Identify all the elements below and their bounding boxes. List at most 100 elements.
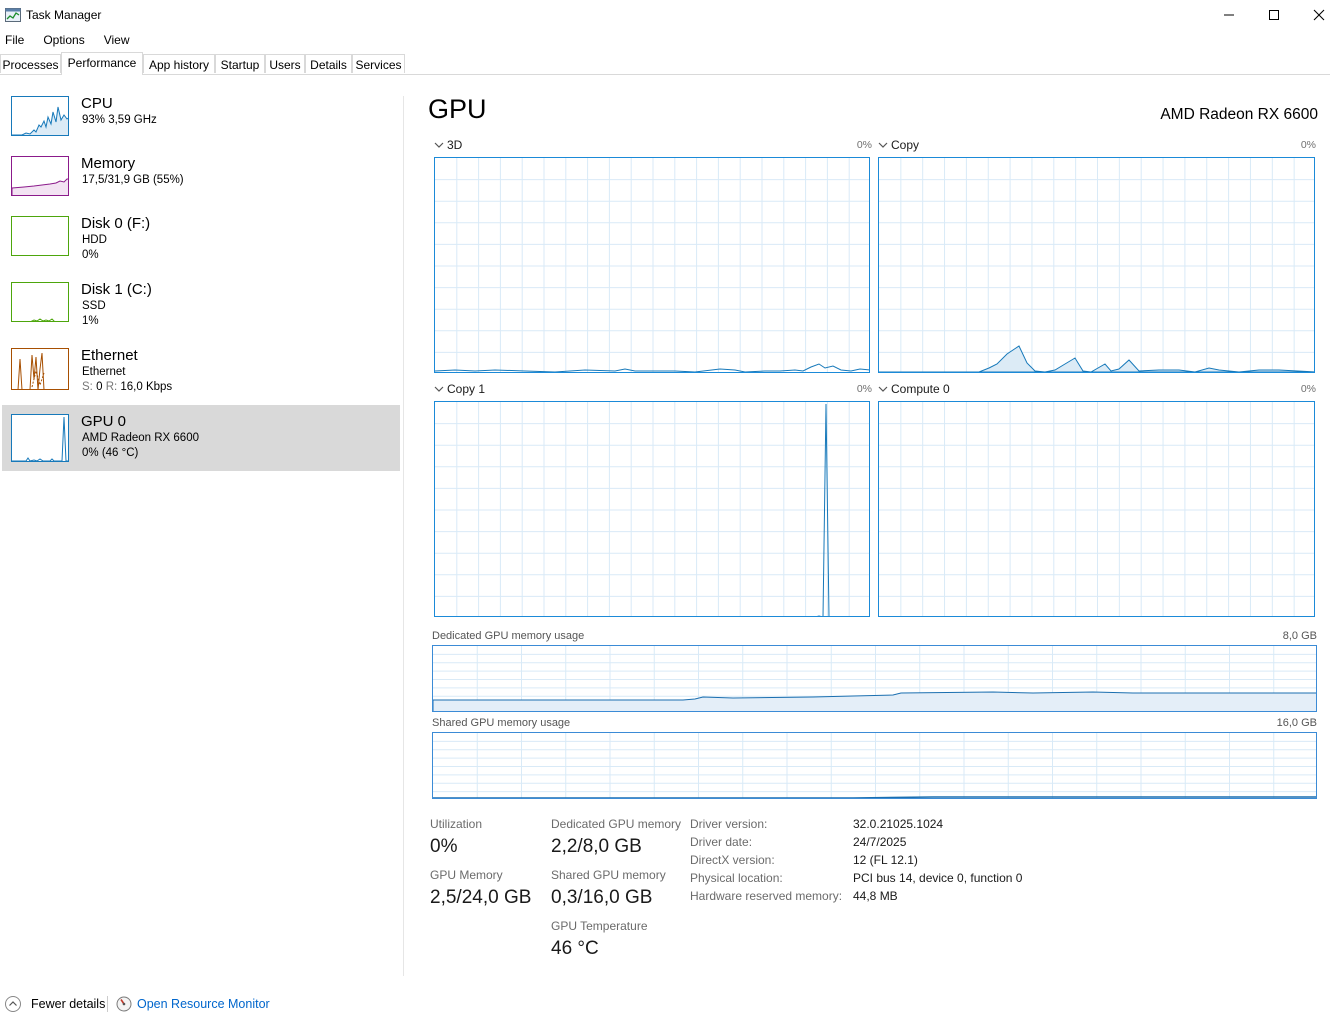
gpu-temperature-label: GPU Temperature bbox=[551, 919, 648, 933]
driver-version-label: Driver version: bbox=[690, 817, 768, 831]
engine-graph-copy bbox=[878, 157, 1315, 373]
window-title: Task Manager bbox=[26, 8, 102, 22]
graph-grid bbox=[435, 402, 869, 616]
footer-divider bbox=[107, 996, 108, 1012]
title-bar: Task Manager bbox=[0, 0, 1330, 30]
gpu-thumbnail-graph bbox=[11, 414, 69, 462]
graph-grid bbox=[433, 646, 1316, 711]
sidebar-item-detail: AMD Radeon RX 6600 bbox=[82, 432, 199, 444]
sidebar-item-memory[interactable]: Memory 17,5/31,9 GB (55%) bbox=[2, 152, 400, 216]
sidebar-item-disk-1[interactable]: Disk 1 (C:) SSD 1% bbox=[2, 278, 400, 342]
menu-view[interactable]: View bbox=[104, 31, 130, 49]
chevron-down-icon[interactable] bbox=[878, 141, 888, 149]
engine-selector-3d[interactable]: 3D bbox=[447, 138, 462, 152]
tab-users[interactable]: Users bbox=[265, 54, 305, 73]
engine-percent: 0% bbox=[1300, 139, 1316, 151]
engine-selector-compute-0[interactable]: Compute 0 bbox=[891, 382, 950, 396]
sidebar-item-name: Disk 1 (C:) bbox=[81, 281, 152, 298]
chevron-up-icon bbox=[5, 996, 21, 1012]
sidebar-item-usage: 0% (46 °C) bbox=[82, 447, 139, 459]
disk-1-thumbnail-graph bbox=[11, 282, 69, 322]
fewer-details-label: Fewer details bbox=[31, 997, 106, 1011]
engine-graph-copy-1 bbox=[434, 401, 870, 617]
driver-date-label: Driver date: bbox=[690, 835, 753, 849]
sidebar-item-disk-0[interactable]: Disk 0 (F:) HDD 0% bbox=[2, 212, 400, 276]
shared-memory-max: 16,0 GB bbox=[1276, 717, 1317, 729]
dedicated-memory-max: 8,0 GB bbox=[1282, 630, 1317, 642]
tab-details[interactable]: Details bbox=[305, 54, 352, 73]
engine-percent: 0% bbox=[856, 383, 872, 395]
dedicated-memory-graph-label: Dedicated GPU memory usage bbox=[432, 630, 585, 642]
send-value: 0 bbox=[96, 381, 103, 393]
chevron-down-icon[interactable] bbox=[878, 385, 888, 393]
sidebar-item-detail: HDD bbox=[82, 234, 107, 246]
gpu-model-name: AMD Radeon RX 6600 bbox=[1160, 106, 1318, 123]
gpu-memory-label: GPU Memory bbox=[430, 868, 503, 882]
gpu-memory-value: 2,5/24,0 GB bbox=[430, 887, 532, 908]
minimize-icon bbox=[1224, 14, 1234, 16]
close-button[interactable] bbox=[1296, 0, 1330, 30]
chevron-down-icon[interactable] bbox=[434, 385, 444, 393]
ethernet-throughput: S: 0 R: 16,0 Kbps bbox=[82, 381, 172, 393]
graph-grid bbox=[433, 733, 1316, 798]
receive-label: R: bbox=[105, 381, 118, 393]
physical-location-value: PCI bus 14, device 0, function 0 bbox=[853, 871, 1023, 885]
sidebar-item-detail: SSD bbox=[82, 300, 106, 312]
sidebar-item-detail: 93% 3,59 GHz bbox=[82, 114, 157, 126]
sidebar-item-name: Memory bbox=[81, 155, 136, 172]
footer-bar: Fewer details Open Resource Monitor bbox=[0, 993, 1330, 1017]
sidebar-item-detail: 17,5/31,9 GB (55%) bbox=[82, 174, 184, 186]
chevron-down-icon[interactable] bbox=[434, 141, 444, 149]
menu-bar: File Options View bbox=[0, 31, 144, 49]
menu-options[interactable]: Options bbox=[43, 31, 84, 49]
ethernet-thumbnail-graph bbox=[11, 348, 69, 390]
engine-graph-compute-0 bbox=[878, 401, 1315, 617]
hardware-reserved-memory-label: Hardware reserved memory: bbox=[690, 889, 843, 903]
maximize-button[interactable] bbox=[1251, 0, 1297, 30]
sidebar-item-gpu-0[interactable]: GPU 0 AMD Radeon RX 6600 0% (46 °C) bbox=[2, 405, 400, 471]
sidebar-item-detail: Ethernet bbox=[82, 366, 126, 378]
engine-selector-copy[interactable]: Copy bbox=[891, 138, 919, 152]
shared-memory-graph bbox=[432, 732, 1317, 799]
resource-monitor-icon bbox=[116, 996, 132, 1012]
utilization-label: Utilization bbox=[430, 817, 483, 831]
sidebar-item-name: CPU bbox=[81, 95, 113, 112]
engine-graph-3d bbox=[434, 157, 870, 373]
engine-percent: 0% bbox=[856, 139, 872, 151]
driver-date-value: 24/7/2025 bbox=[853, 835, 907, 849]
receive-value: 16,0 Kbps bbox=[120, 381, 173, 393]
physical-location-label: Physical location: bbox=[690, 871, 783, 885]
engine-selector-copy-1[interactable]: Copy 1 bbox=[447, 382, 485, 396]
shared-memory-value: 0,3/16,0 GB bbox=[551, 887, 653, 908]
sidebar-item-name: Disk 0 (F:) bbox=[81, 215, 151, 232]
tab-performance[interactable]: Performance bbox=[61, 52, 143, 75]
minimize-button[interactable] bbox=[1206, 0, 1252, 30]
directx-version-label: DirectX version: bbox=[690, 853, 775, 867]
dedicated-memory-value: 2,2/8,0 GB bbox=[551, 836, 642, 857]
shared-memory-label: Shared GPU memory bbox=[551, 868, 666, 882]
tab-app-history[interactable]: App history bbox=[143, 54, 215, 73]
close-icon bbox=[1313, 9, 1325, 21]
open-resource-monitor-link[interactable]: Open Resource Monitor bbox=[137, 997, 270, 1011]
disk-0-thumbnail-graph bbox=[11, 216, 69, 256]
page-title: GPU bbox=[428, 94, 487, 124]
dedicated-memory-label: Dedicated GPU memory bbox=[551, 817, 682, 831]
graph-grid bbox=[435, 158, 869, 372]
sidebar-item-ethernet[interactable]: Ethernet Ethernet S: 0 R: 16,0 Kbps bbox=[2, 344, 400, 408]
panel-divider[interactable] bbox=[403, 96, 404, 976]
task-manager-icon bbox=[5, 8, 21, 22]
sidebar-item-name: Ethernet bbox=[81, 347, 138, 364]
cpu-thumbnail-graph bbox=[11, 96, 69, 136]
gpu-temperature-value: 46 °C bbox=[551, 938, 599, 959]
send-label: S: bbox=[82, 381, 93, 393]
tab-services[interactable]: Services bbox=[352, 54, 405, 73]
memory-thumbnail-graph bbox=[11, 156, 69, 196]
tab-startup[interactable]: Startup bbox=[215, 54, 265, 73]
hardware-reserved-memory-value: 44,8 MB bbox=[853, 889, 898, 903]
engine-percent: 0% bbox=[1300, 383, 1316, 395]
sidebar-item-cpu[interactable]: CPU 93% 3,59 GHz bbox=[2, 92, 400, 156]
maximize-icon bbox=[1269, 10, 1279, 20]
shared-memory-graph-label: Shared GPU memory usage bbox=[432, 717, 571, 729]
menu-file[interactable]: File bbox=[5, 31, 24, 49]
tab-processes[interactable]: Processes bbox=[0, 54, 61, 73]
